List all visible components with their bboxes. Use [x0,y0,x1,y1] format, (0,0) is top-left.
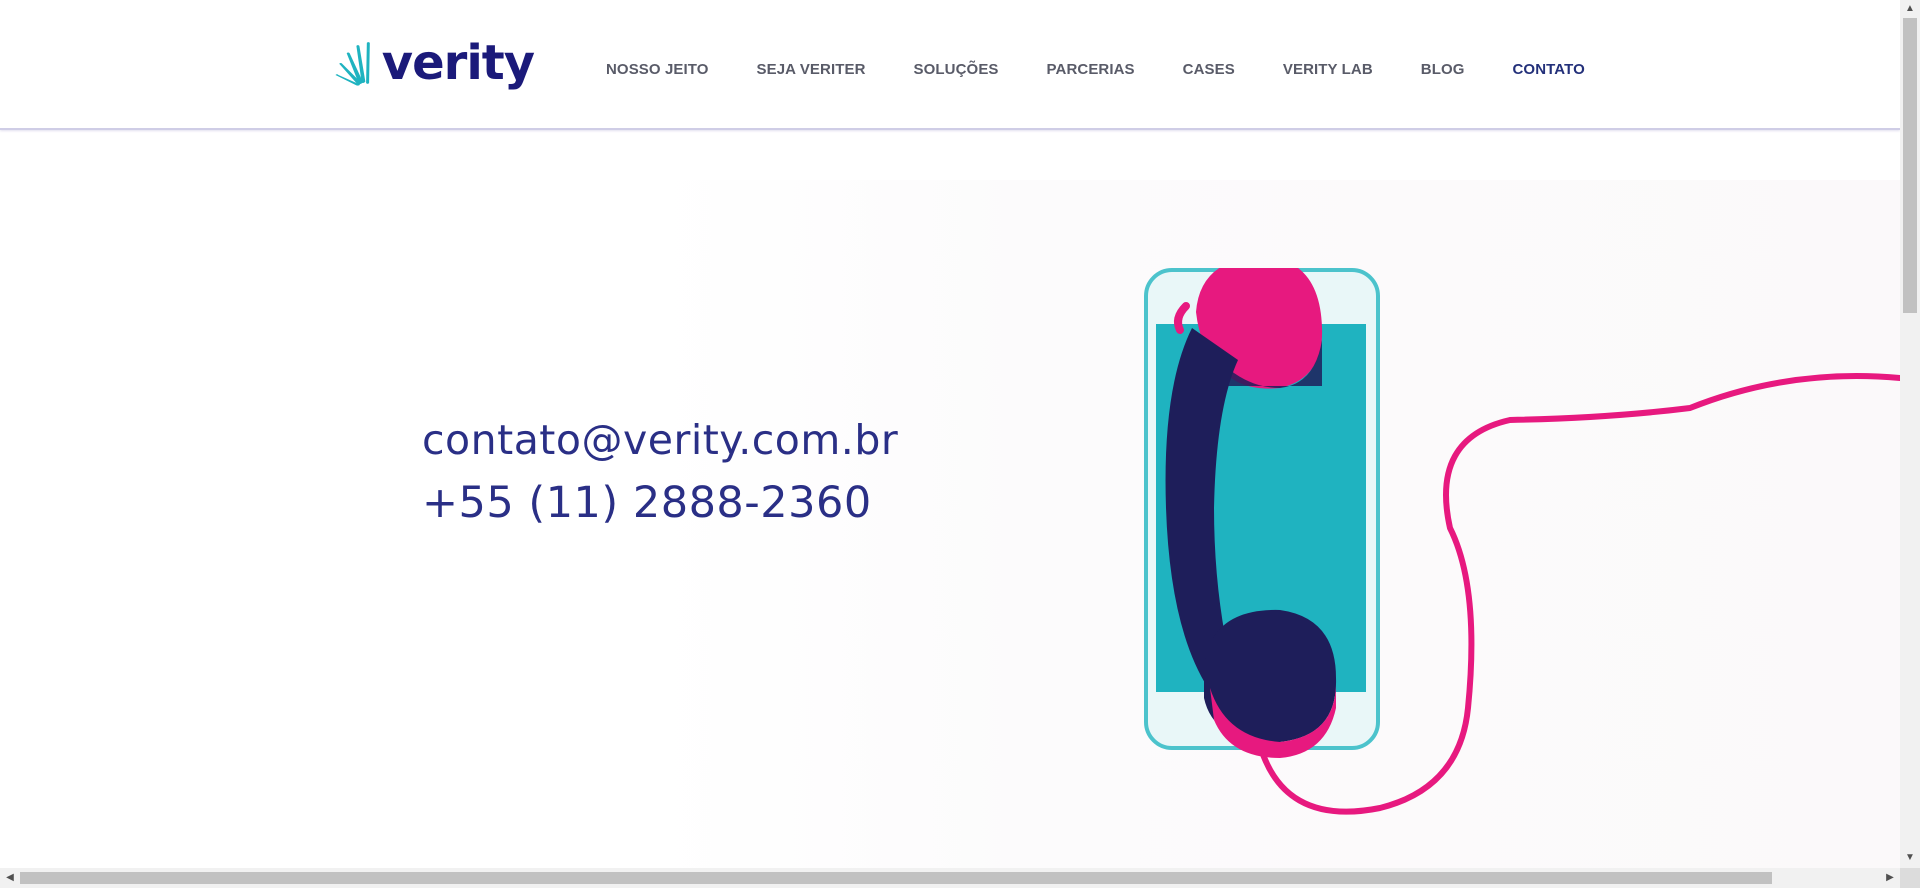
nav-item-contato[interactable]: CONTATO [1513,61,1585,78]
scrollbar-corner [1900,868,1920,888]
contact-phone-link[interactable]: +55 (11) 2888-2360 [422,478,872,528]
verity-logo-mark-icon [335,42,370,86]
site-logo[interactable]: verity [334,30,535,96]
main-nav: NOSSO JEITO SEJA VERITER SOLUÇÕES PARCER… [606,58,1633,80]
nav-item-parcerias[interactable]: PARCERIAS [1047,61,1135,78]
scroll-left-icon[interactable]: ◀ [2,870,18,886]
vertical-scrollbar[interactable]: ▲ ▼ [1900,0,1920,868]
nav-item-seja-veriter[interactable]: SEJA VERITER [757,61,866,78]
scroll-down-icon[interactable]: ▼ [1902,850,1918,866]
vertical-scroll-thumb[interactable] [1903,18,1917,313]
phone-handset-icon [1144,268,1900,815]
logo-wordmark: verity [381,35,535,91]
horizontal-scrollbar[interactable]: ◀ ▶ [0,868,1920,888]
nav-item-nosso-jeito[interactable]: NOSSO JEITO [606,61,709,78]
nav-item-blog[interactable]: BLOG [1421,61,1465,78]
nav-item-cases[interactable]: CASES [1183,61,1235,78]
scroll-up-icon[interactable]: ▲ [1902,1,1918,17]
nav-item-solucoes[interactable]: SOLUÇÕES [914,61,999,78]
site-header: verity NOSSO JEITO SEJA VERITER SOLUÇÕES… [0,0,1900,130]
horizontal-scroll-thumb[interactable] [20,872,1772,884]
contact-email-link[interactable]: contato@verity.com.br [422,416,898,464]
nav-item-verity-lab[interactable]: VERITY LAB [1283,61,1373,78]
contact-hero: contato@verity.com.br +55 (11) 2888-2360 [0,130,1900,868]
scroll-right-icon[interactable]: ▶ [1882,870,1898,886]
